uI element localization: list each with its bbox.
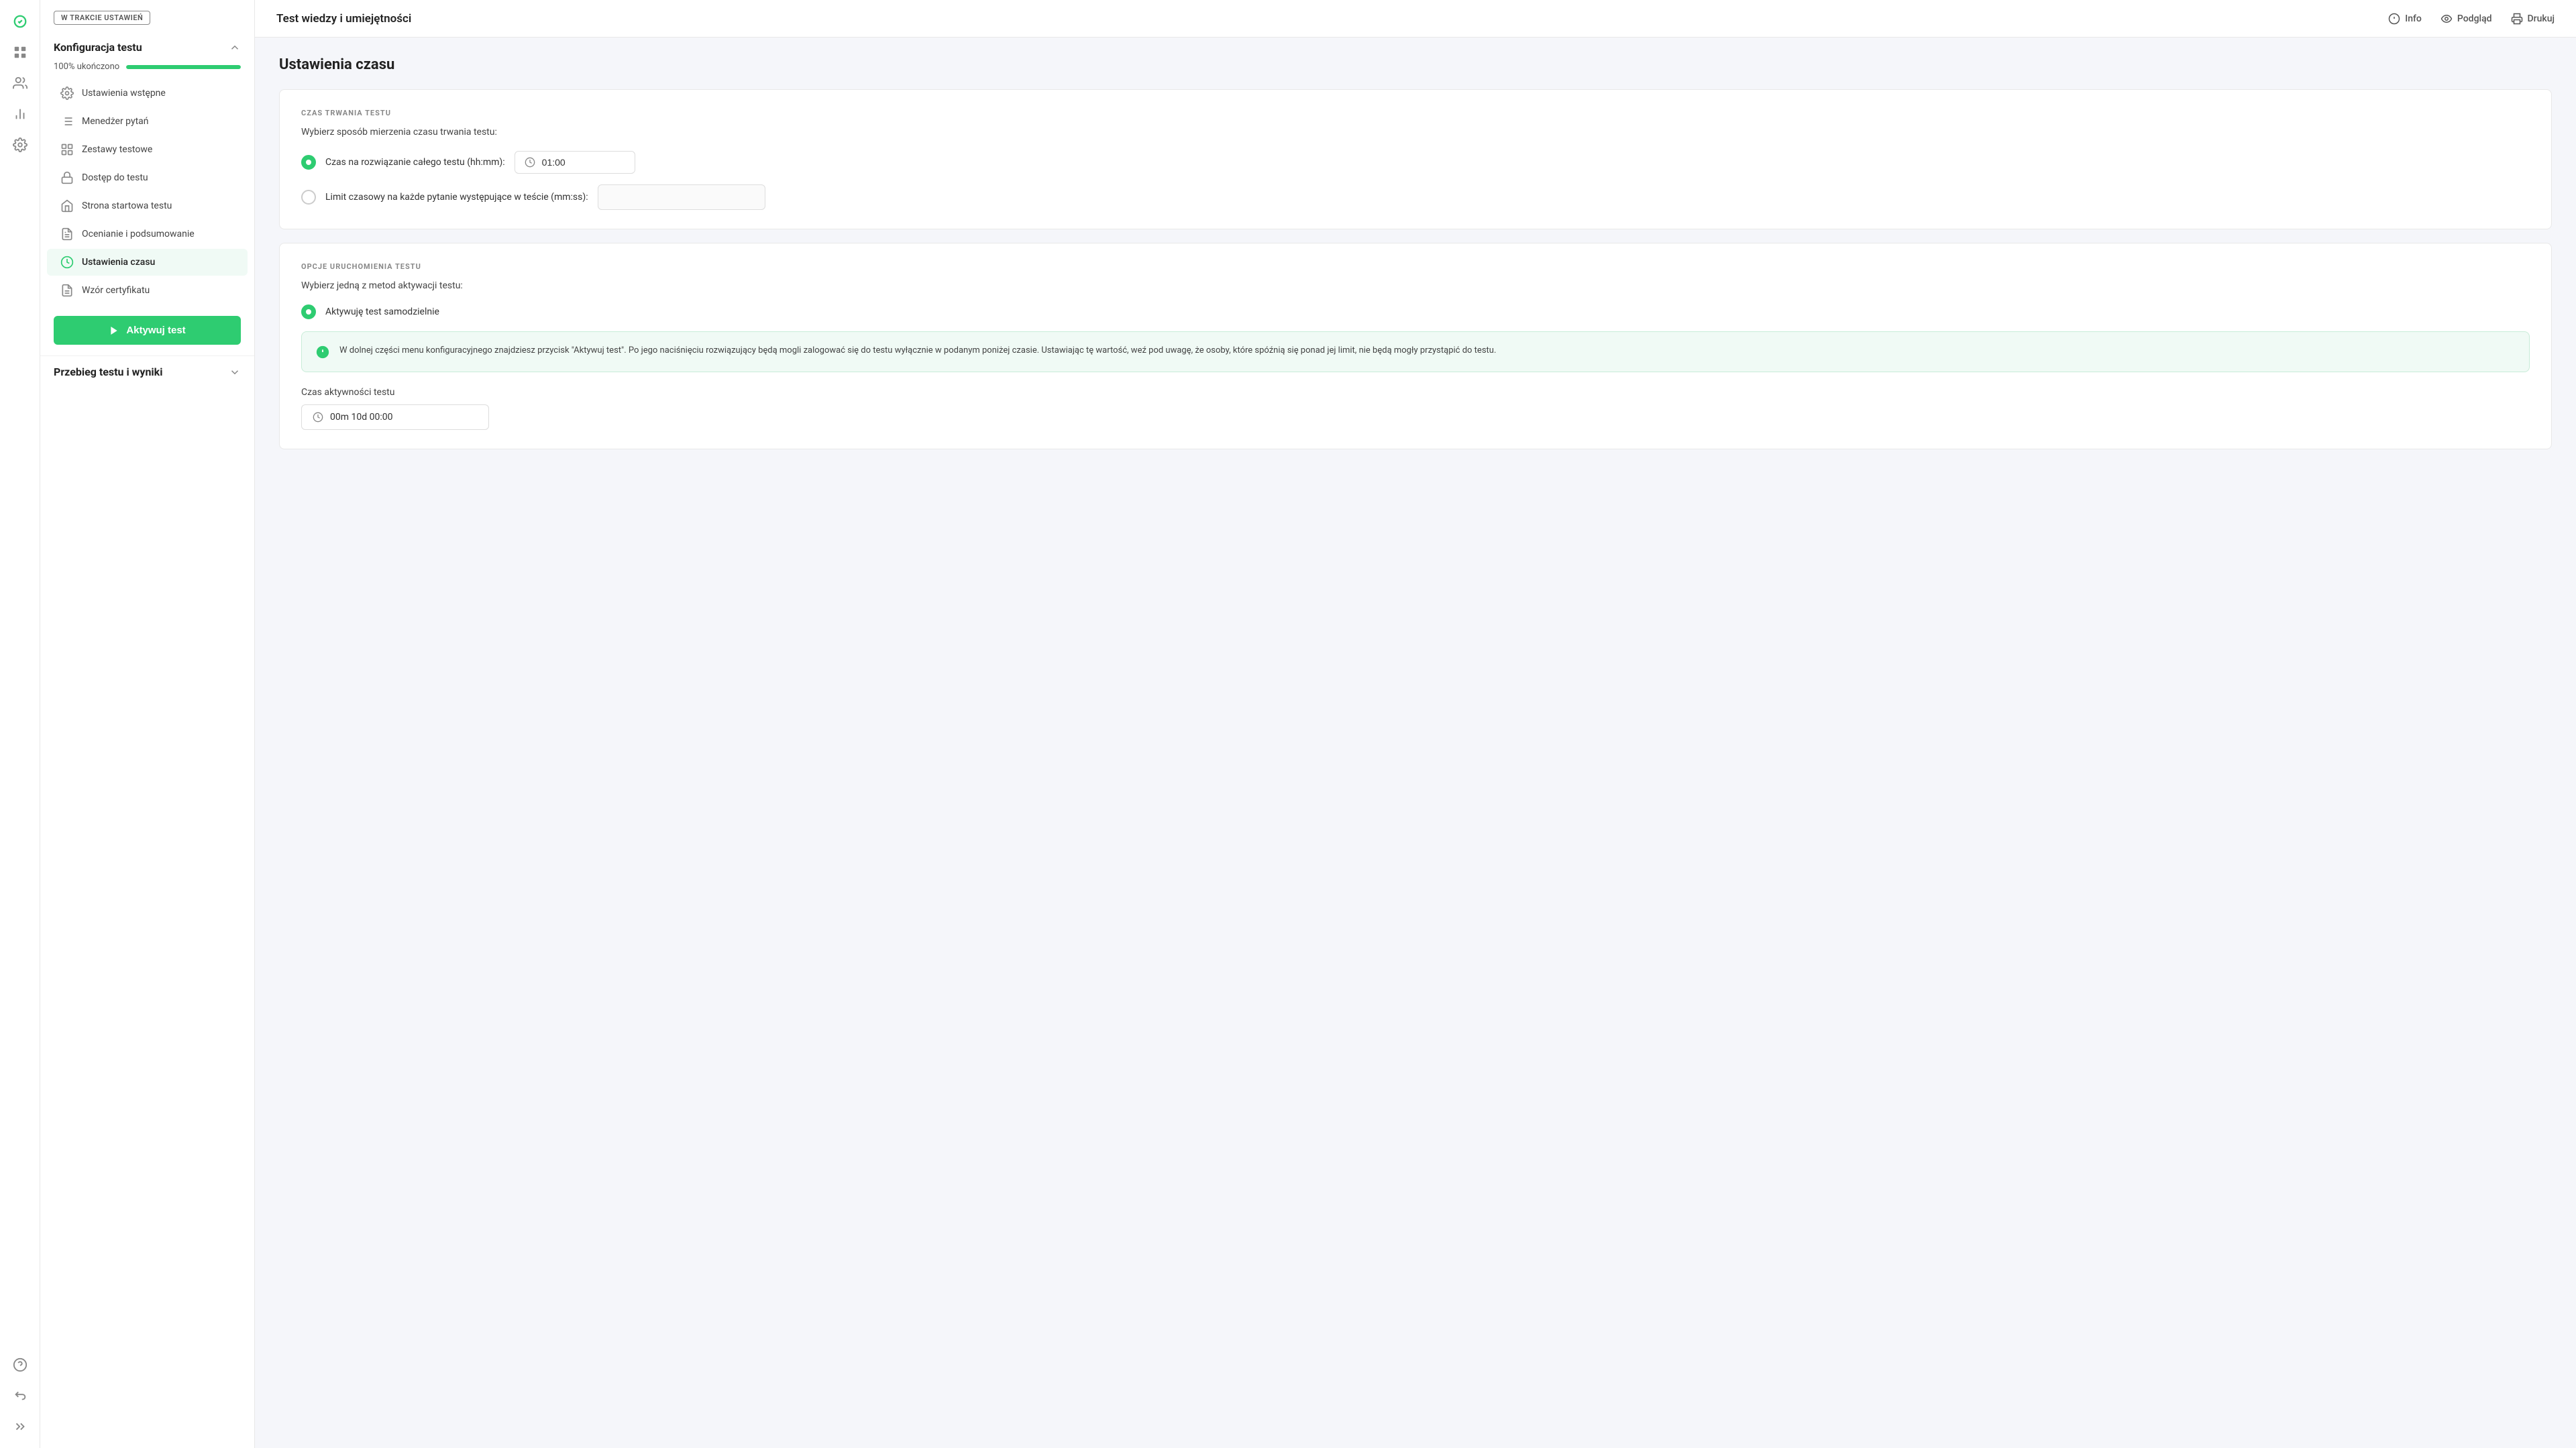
sidebar-label: Ustawienia wstępne bbox=[82, 88, 166, 99]
progress-bar-bg bbox=[126, 65, 241, 69]
top-bar: Test wiedzy i umiejętności Info Podgląd bbox=[255, 0, 2576, 38]
clock-nav-icon bbox=[60, 256, 74, 269]
czas-radio-2[interactable] bbox=[301, 190, 316, 205]
progress-label: 100% ukończono bbox=[54, 62, 119, 72]
opcje-radio-label-1: Aktywuję test samodzielnie bbox=[325, 307, 439, 317]
time-input-field[interactable] bbox=[542, 157, 582, 168]
lock-nav-icon bbox=[60, 171, 74, 184]
page-title: Test wiedzy i umiejętności bbox=[276, 12, 411, 25]
nav-menu: Ustawienia wstępne Menedżer pytań Zestaw… bbox=[40, 78, 254, 305]
questions-nav-icon bbox=[60, 115, 74, 128]
status-badge: W TRAKCIE USTAWIEŃ bbox=[54, 11, 150, 25]
grading-nav-icon bbox=[60, 227, 74, 241]
info-box: W dolnej części menu konfiguracyjnego zn… bbox=[301, 331, 2530, 372]
settings-icon-button[interactable] bbox=[7, 131, 34, 158]
top-bar-actions: Info Podgląd Drukuj bbox=[2388, 13, 2555, 25]
sidebar-label: Dostęp do testu bbox=[82, 172, 148, 183]
sidebar-label: Wzór certyfikatu bbox=[82, 285, 150, 296]
czas-description: Wybierz sposób mierzenia czasu trwania t… bbox=[301, 127, 2530, 137]
czas-radio-group: Czas na rozwiązanie całego testu (hh:mm)… bbox=[301, 151, 2530, 210]
icon-bar bbox=[0, 0, 40, 1448]
activate-test-button[interactable]: Aktywuj test bbox=[54, 316, 241, 345]
clock-input-icon bbox=[525, 157, 535, 168]
play-icon bbox=[109, 325, 119, 336]
sidebar-item-ocenianie[interactable]: Ocenianie i podsumowanie bbox=[47, 221, 248, 247]
opcje-radio-1[interactable] bbox=[301, 304, 316, 319]
czas-radio-label-1: Czas na rozwiązanie całego testu (hh:mm)… bbox=[325, 157, 505, 168]
sidebar-label: Ocenianie i podsumowanie bbox=[82, 229, 195, 239]
opcje-radio-group: Aktywuję test samodzielnie bbox=[301, 304, 2530, 319]
sidebar-item-wzor-certyfikatu[interactable]: Wzór certyfikatu bbox=[47, 277, 248, 304]
config-chevron-icon[interactable] bbox=[229, 42, 241, 54]
czas-radio-row-1: Czas na rozwiązanie całego testu (hh:mm)… bbox=[301, 151, 2530, 174]
analytics-icon-button[interactable] bbox=[7, 101, 34, 127]
sidebar-item-ustawienia-czasu[interactable]: Ustawienia czasu bbox=[47, 249, 248, 276]
info-icon bbox=[2388, 13, 2400, 25]
certificate-nav-icon bbox=[60, 284, 74, 297]
sidebar-item-dostep-do-testu[interactable]: Dostęp do testu bbox=[47, 164, 248, 191]
main-content: Test wiedzy i umiejętności Info Podgląd bbox=[255, 0, 2576, 1448]
sidebar-label: Menedżer pytań bbox=[82, 116, 149, 127]
activity-time-input[interactable]: 00m 10d 00:00 bbox=[301, 404, 489, 430]
preview-action[interactable]: Podgląd bbox=[2440, 13, 2492, 25]
info-label: Info bbox=[2405, 13, 2422, 24]
sidebar-label: Strona startowa testu bbox=[82, 201, 172, 211]
help-icon-button[interactable] bbox=[7, 1351, 34, 1378]
info-box-text: W dolnej części menu konfiguracyjnego zn… bbox=[339, 344, 1496, 358]
sidebar-header: W TRAKCIE USTAWIEŃ bbox=[40, 0, 254, 32]
section-page-title: Ustawienia czasu bbox=[279, 56, 2552, 73]
config-section-header: Konfiguracja testu bbox=[40, 32, 254, 59]
progress-row: 100% ukończono bbox=[40, 59, 254, 78]
czas-time-input-empty bbox=[598, 184, 765, 210]
info-box-icon bbox=[315, 345, 330, 359]
sidebar-item-ustawienia-wstepne[interactable]: Ustawienia wstępne bbox=[47, 80, 248, 107]
preview-icon bbox=[2440, 13, 2453, 25]
users-icon-button[interactable] bbox=[7, 70, 34, 97]
activate-button-label: Aktywuj test bbox=[126, 325, 185, 336]
sidebar-label: Zestawy testowe bbox=[82, 144, 152, 155]
czas-radio-row-2: Limit czasowy na każde pytanie występują… bbox=[301, 184, 2530, 210]
czas-time-input-group[interactable] bbox=[515, 151, 635, 174]
sidebar-item-zestawy-testowe[interactable]: Zestawy testowe bbox=[47, 136, 248, 163]
info-action[interactable]: Info bbox=[2388, 13, 2422, 25]
czas-trwania-card: CZAS TRWANIA TESTU Wybierz sposób mierze… bbox=[279, 89, 2552, 229]
opcje-description: Wybierz jedną z metod aktywacji testu: bbox=[301, 280, 2530, 291]
print-label: Drukuj bbox=[2528, 13, 2555, 24]
print-action[interactable]: Drukuj bbox=[2511, 13, 2555, 25]
sidebar-item-strona-startowa[interactable]: Strona startowa testu bbox=[47, 192, 248, 219]
activity-time-value: 00m 10d 00:00 bbox=[330, 412, 392, 423]
czas-radio-label-2: Limit czasowy na każde pytanie występują… bbox=[325, 192, 588, 203]
opcje-radio-row-1: Aktywuję test samodzielnie bbox=[301, 304, 2530, 319]
grid-icon-button[interactable] bbox=[7, 39, 34, 66]
sidebar-label: Ustawienia czasu bbox=[82, 257, 155, 268]
logo-button[interactable] bbox=[7, 8, 34, 35]
expand-icon-button[interactable] bbox=[7, 1413, 34, 1440]
activity-clock-icon bbox=[313, 412, 323, 423]
opcje-section-label: OPCJE URUCHOMIENIA TESTU bbox=[301, 262, 2530, 271]
sidebar-item-menedzer-pytan[interactable]: Menedżer pytań bbox=[47, 108, 248, 135]
progress-bar-fill bbox=[126, 65, 241, 69]
opcje-card: OPCJE URUCHOMIENIA TESTU Wybierz jedną z… bbox=[279, 243, 2552, 449]
preview-label: Podgląd bbox=[2457, 13, 2492, 24]
sidebar: W TRAKCIE USTAWIEŃ Konfiguracja testu 10… bbox=[40, 0, 255, 1448]
back-icon-button[interactable] bbox=[7, 1382, 34, 1409]
config-section-title: Konfiguracja testu bbox=[54, 41, 142, 54]
page-content-area: Ustawienia czasu CZAS TRWANIA TESTU Wybi… bbox=[255, 38, 2576, 1448]
sets-nav-icon bbox=[60, 143, 74, 156]
czas-radio-1[interactable] bbox=[301, 155, 316, 170]
settings-nav-icon bbox=[60, 87, 74, 100]
results-section-header: Przebieg testu i wyniki bbox=[40, 355, 254, 384]
print-icon bbox=[2511, 13, 2523, 25]
home-nav-icon bbox=[60, 199, 74, 213]
activity-label: Czas aktywności testu bbox=[301, 387, 2530, 398]
results-section-title: Przebieg testu i wyniki bbox=[54, 366, 162, 378]
results-chevron-icon[interactable] bbox=[229, 366, 241, 378]
czas-section-label: CZAS TRWANIA TESTU bbox=[301, 109, 2530, 117]
